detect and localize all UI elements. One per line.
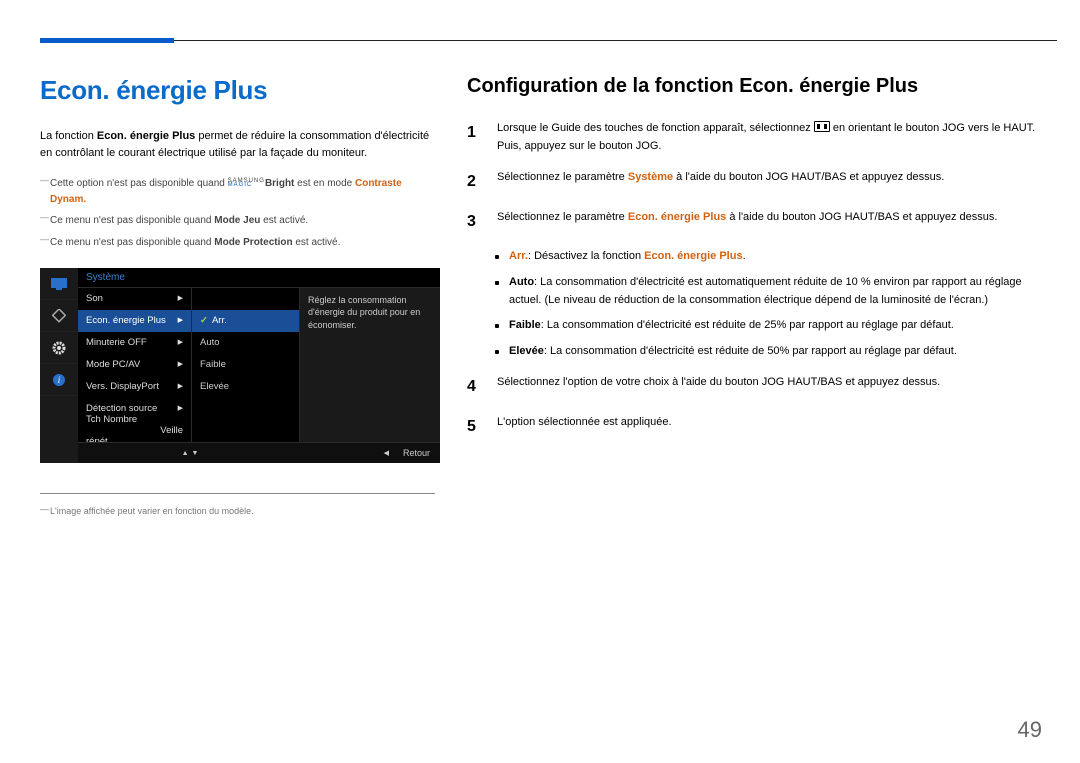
b3-a: : La consommation d'électricité est rédu…	[541, 319, 954, 331]
tab-gear-icon	[40, 332, 78, 364]
b1-term2: Econ. énergie Plus	[644, 250, 742, 262]
step-num-3: 3	[467, 209, 481, 235]
osd-sublist: ✓Arr. Auto Faible Elevée	[191, 288, 299, 442]
note-1: Cette option n'est pas disponible quand …	[40, 176, 435, 207]
back-triangle-icon: ◀	[384, 449, 389, 457]
section-title: Configuration de la fonction Econ. énerg…	[467, 75, 1040, 98]
osd-scroll-icon: ▲▼	[80, 450, 300, 457]
b2-a: : La consommation d'électricité est auto…	[509, 276, 1022, 306]
step-2-term: Système	[628, 171, 673, 183]
bullet-icon	[495, 255, 499, 259]
note-2-a: Ce menu n'est pas disponible quand	[50, 215, 214, 226]
step-1: 1 Lorsque le Guide des touches de foncti…	[467, 120, 1040, 155]
step-num-2: 2	[467, 169, 481, 195]
bullet-icon	[495, 324, 499, 328]
osd-row-minuterie: Minuterie OFF▶	[78, 332, 191, 354]
step-3-a: Sélectionnez le paramètre	[497, 211, 628, 223]
b1-a: : Désactivez la fonction	[528, 250, 644, 262]
foot-disclaimer: L'image affichée peut varier en fonction…	[40, 506, 435, 516]
step-1-a: Lorsque le Guide des touches de fonction…	[497, 122, 814, 134]
osd-title: Système	[78, 268, 440, 287]
step-3-b: à l'aide du bouton JOG HAUT/BAS et appuy…	[726, 211, 997, 223]
b4-term: Elevée	[509, 345, 544, 357]
b3-term: Faible	[509, 319, 541, 331]
osd-screenshot: i Système Son▶ Econ. énergie Plus▶ Minut…	[40, 268, 440, 463]
note-1-a: Cette option n'est pas disponible quand	[50, 178, 228, 189]
osd-sub-elevee: Elevée	[192, 376, 299, 398]
osd-list: Son▶ Econ. énergie Plus▶ Minuterie OFF▶ …	[78, 288, 191, 442]
osd-row-pcav: Mode PC/AV▶	[78, 354, 191, 376]
step-4-body: Sélectionnez l'option de votre choix à l…	[497, 374, 1040, 400]
samsung-magic-icon: SAMSUNGMAGIC	[228, 179, 265, 187]
intro-prefix: La fonction	[40, 130, 97, 142]
note-1-c: est en mode	[294, 178, 355, 189]
bullet-icon	[495, 350, 499, 354]
note-2-b: Mode Jeu	[214, 215, 260, 226]
osd-sub-auto: Auto	[192, 332, 299, 354]
step-num-5: 5	[467, 414, 481, 440]
step-2-b: à l'aide du bouton JOG HAUT/BAS et appuy…	[673, 171, 944, 183]
note-2: Ce menu n'est pas disponible quand Mode …	[40, 213, 435, 229]
tab-info-icon: i	[40, 364, 78, 396]
menu-box-icon	[814, 121, 830, 132]
b4-a: : La consommation d'électricité est rédu…	[544, 345, 957, 357]
osd-footer: ▲▼ ◀ Retour	[78, 442, 440, 463]
divider	[40, 493, 435, 506]
osd-row-tch: Tch Nombre répét.Veille	[78, 420, 191, 442]
osd-help-text: Réglez la consommation d'énergie du prod…	[299, 288, 440, 442]
option-arr: Arr.: Désactivez la fonction Econ. énerg…	[495, 248, 1040, 266]
intro-text: La fonction Econ. énergie Plus permet de…	[40, 128, 435, 162]
header-accent	[40, 38, 174, 43]
note-3: Ce menu n'est pas disponible quand Mode …	[40, 235, 435, 251]
step-3: 3 Sélectionnez le paramètre Econ. énergi…	[467, 209, 1040, 235]
osd-row-econ: Econ. énergie Plus▶	[78, 310, 191, 332]
note-3-a: Ce menu n'est pas disponible quand	[50, 237, 214, 248]
header-rule	[62, 40, 1057, 41]
intro-term: Econ. énergie Plus	[97, 130, 195, 142]
step-4: 4 Sélectionnez l'option de votre choix à…	[467, 374, 1040, 400]
page-title: Econ. énergie Plus	[40, 75, 435, 106]
step-5: 5 L'option sélectionnée est appliquée.	[467, 414, 1040, 440]
osd-retour-label: Retour	[403, 448, 430, 458]
note-3-c: est activé.	[293, 237, 341, 248]
step-num-4: 4	[467, 374, 481, 400]
tab-diamond-icon	[40, 300, 78, 332]
osd-sub-blank	[192, 288, 299, 310]
osd-sub-faible: Faible	[192, 354, 299, 376]
step-2-a: Sélectionnez le paramètre	[497, 171, 628, 183]
option-elevee: Elevée: La consommation d'électricité es…	[495, 343, 1040, 361]
bullet-icon	[495, 281, 499, 285]
osd-row-son: Son▶	[78, 288, 191, 310]
option-list: Arr.: Désactivez la fonction Econ. énerg…	[495, 248, 1040, 360]
step-5-body: L'option sélectionnée est appliquée.	[497, 414, 1040, 440]
option-auto: Auto: La consommation d'électricité est …	[495, 274, 1040, 309]
page-number: 49	[1018, 717, 1042, 743]
b1-b: .	[743, 250, 746, 262]
option-faible: Faible: La consommation d'électricité es…	[495, 317, 1040, 335]
step-2: 2 Sélectionnez le paramètre Système à l'…	[467, 169, 1040, 195]
step-3-term: Econ. énergie Plus	[628, 211, 726, 223]
step-num-1: 1	[467, 120, 481, 155]
note-1-bright: Bright	[265, 178, 294, 189]
b1-term: Arr.	[509, 250, 528, 262]
b2-term: Auto	[509, 276, 534, 288]
note-3-b: Mode Protection	[214, 237, 292, 248]
tab-monitor-icon	[40, 268, 78, 300]
osd-row-displayport: Vers. DisplayPort▶	[78, 376, 191, 398]
note-2-c: est activé.	[260, 215, 308, 226]
osd-tabbar: i	[40, 268, 78, 463]
osd-sub-arr: ✓Arr.	[192, 310, 299, 332]
